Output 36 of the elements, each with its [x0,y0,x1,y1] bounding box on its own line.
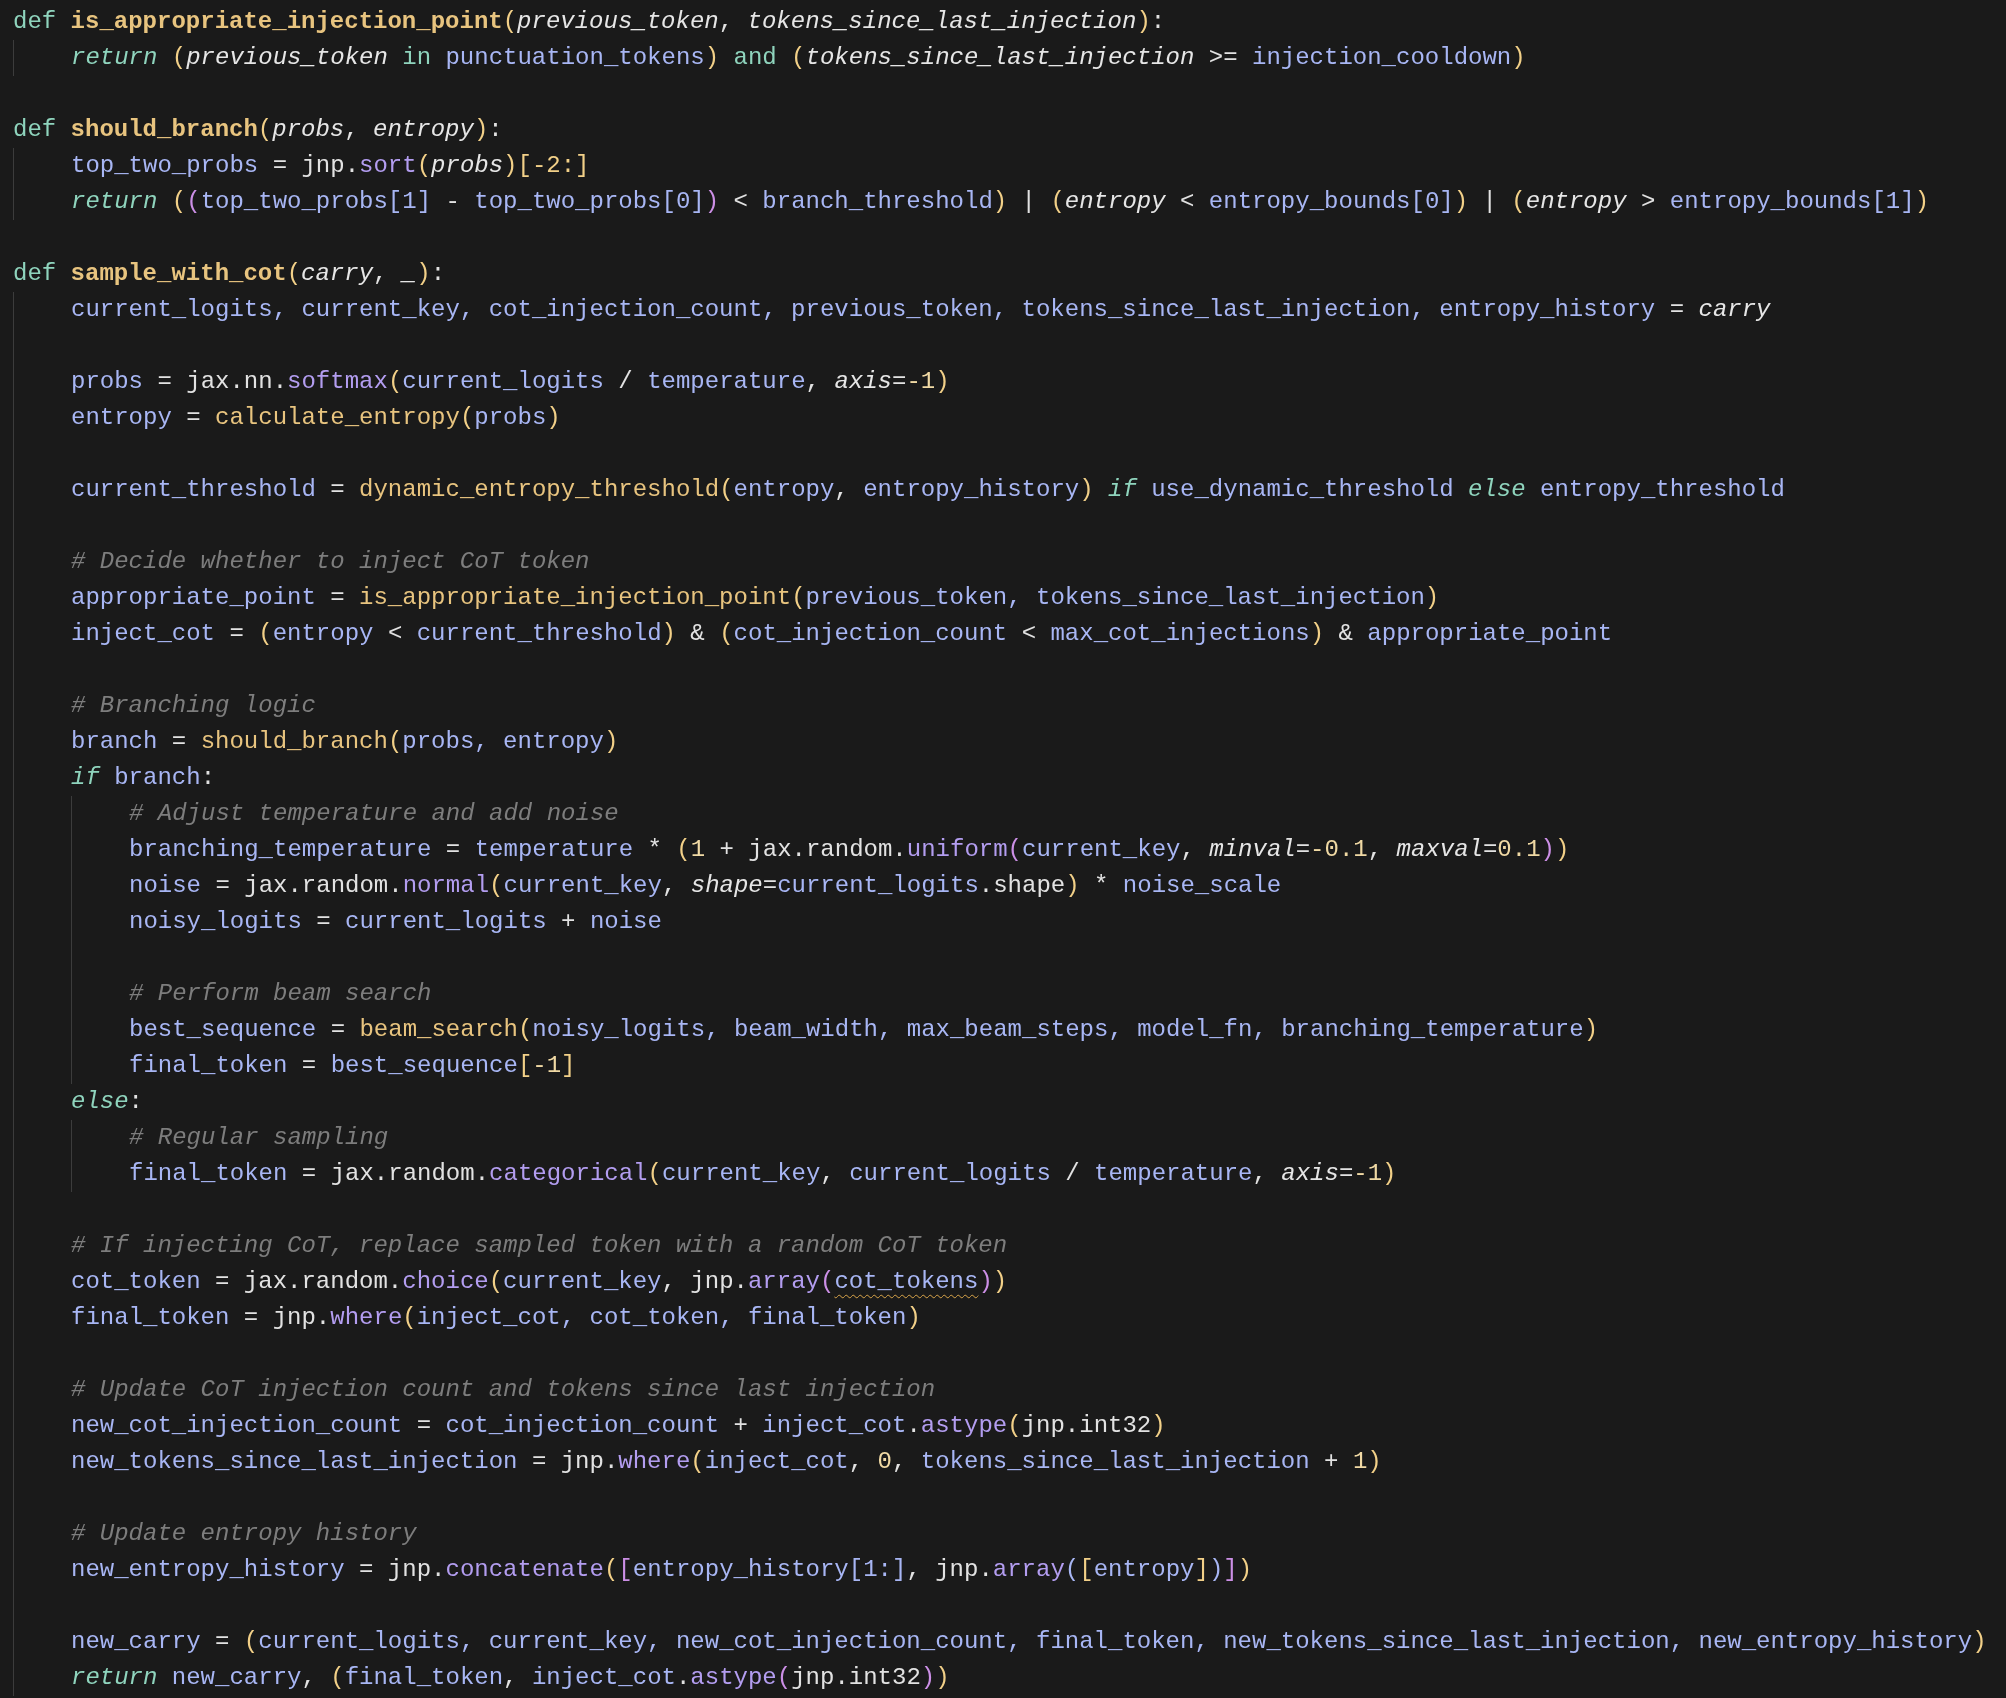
code-line: best_sequence = beam_search(noisy_logits, beam_width, max_beam_steps, model_fn, branching_temperature) [129,1015,1599,1045]
code-line: branching_temperature = temperature * (1 + jax.random.uniform(current_key, minval=-0.1, maxval=0.1)) [129,835,1570,865]
code-line: # If injecting CoT, replace sampled token with a random CoT token [71,1231,1008,1261]
code-line: return new_carry, (final_token, inject_cot.astype(jnp.int32)) [71,1663,950,1693]
code-line: new_tokens_since_last_injection = jnp.where(inject_cot, 0, tokens_since_last_injection + 1) [71,1447,1382,1477]
code-line: # Branching logic [71,691,316,721]
code-line: final_token = jnp.where(inject_cot, cot_token, final_token) [71,1303,921,1333]
code-line: entropy = calculate_entropy(probs) [71,403,561,433]
code-line: new_carry = (current_logits, current_key, new_cot_injection_count, final_token, new_tokens_since_last_injection, new_entropy_history) [71,1627,1987,1657]
code-line: new_cot_injection_count = cot_injection_count + inject_cot.astype(jnp.int32) [71,1411,1166,1441]
code-line: def sample_with_cot(carry, _): [13,259,446,289]
code-line: # Update CoT injection count and tokens since last injection [71,1375,936,1405]
code-line: def is_appropriate_injection_point(previous_token, tokens_since_last_injection): [13,7,1166,37]
code-line: cot_token = jax.random.choice(current_key, jnp.array(cot_tokens)) [71,1267,1008,1297]
code-line: # Update entropy history [71,1519,417,1549]
code-line: new_entropy_history = jnp.concatenate([entropy_history[1:], jnp.array([entropy])]) [71,1555,1253,1585]
code-line: return ((top_two_probs[1] - top_two_probs[0]) < branch_threshold) | (entropy < entropy_bounds[0]) | (entropy > entropy_bounds[1]) [71,187,1930,217]
code-line: final_token = best_sequence[-1] [129,1051,576,1081]
code-line: def should_branch(probs, entropy): [13,115,503,145]
code-line: else: [71,1087,143,1117]
code-line: probs = jax.nn.softmax(current_logits / temperature, axis=-1) [71,367,950,397]
code-line: # Perform beam search [129,979,432,1009]
code-line: noisy_logits = current_logits + noise [129,907,662,937]
code-line: # Regular sampling [129,1123,389,1153]
code-line: if branch: [71,763,216,793]
code-line: top_two_probs = jnp.sort(probs)[-2:] [71,151,590,181]
code-line: # Adjust temperature and add noise [129,799,619,829]
code-line: # Decide whether to inject CoT token [71,547,590,577]
code-line: current_threshold = dynamic_entropy_threshold(entropy, entropy_history) if use_dynamic_threshold else entropy_threshold [71,475,1785,505]
code-line: final_token = jax.random.categorical(current_key, current_logits / temperature, axis=-1) [129,1159,1397,1189]
code-line: return (previous_token in punctuation_tokens) and (tokens_since_last_injection >= injection_cooldown) [71,43,1526,73]
code-line: inject_cot = (entropy < current_threshold) & (cot_injection_count < max_cot_injections) & appropriate_point [71,619,1613,649]
code-line: appropriate_point = is_appropriate_injection_point(previous_token, tokens_since_last_injection) [71,583,1440,613]
code-line: branch = should_branch(probs, entropy) [71,727,619,757]
code-line: noise = jax.random.normal(current_key, shape=current_logits.shape) * noise_scale [129,871,1282,901]
code-line: current_logits, current_key, cot_injection_count, previous_token, tokens_since_last_injection, entropy_history = carry [71,295,1771,325]
